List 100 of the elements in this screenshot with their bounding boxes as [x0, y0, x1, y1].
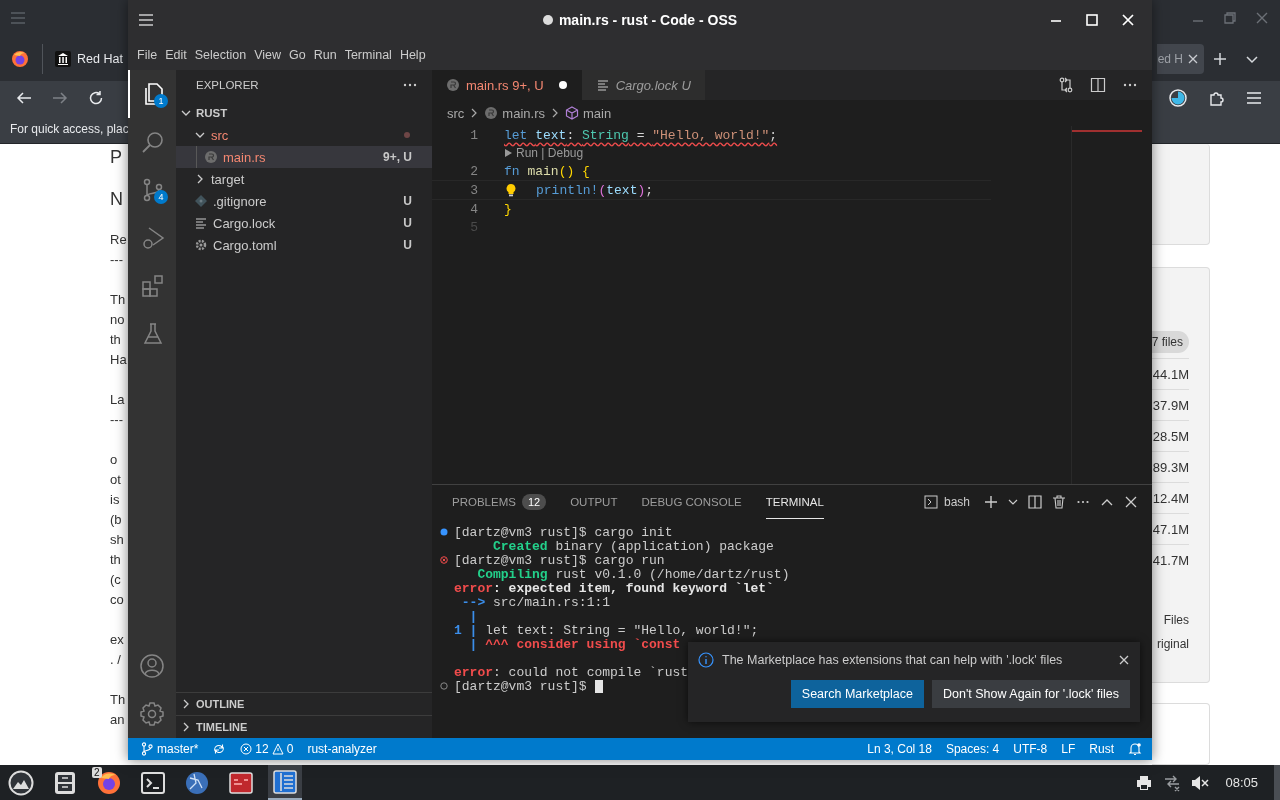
problems-indicator[interactable]: 12 0 — [240, 742, 294, 756]
file-size: 12.4M — [1152, 490, 1189, 506]
taskbar-app[interactable]: 2 — [92, 765, 126, 800]
tree-item[interactable]: .gitignore U — [176, 190, 432, 212]
bell-icon[interactable] — [1128, 742, 1142, 756]
terminal-icon — [923, 495, 938, 509]
branch-indicator[interactable]: master* — [140, 742, 199, 756]
trash-icon[interactable] — [1052, 495, 1066, 509]
menu-icon[interactable] — [1246, 90, 1262, 107]
count-badge: 2 — [92, 767, 102, 778]
file-status: U — [403, 238, 412, 252]
play-icon — [504, 149, 512, 157]
unsaved-dot-icon — [557, 80, 568, 90]
terminal-line: | — [468, 608, 478, 624]
split-editor-icon[interactable] — [1090, 77, 1106, 93]
puzzle-icon[interactable] — [1208, 89, 1226, 108]
section-header[interactable]: OUTLINE — [176, 692, 432, 715]
menu-item[interactable]: Go — [285, 48, 310, 62]
compare-icon[interactable] — [1058, 77, 1074, 93]
pie-chart-icon[interactable] — [1168, 88, 1188, 109]
tree-item[interactable]: src — [176, 124, 432, 146]
clock[interactable]: 08:05 — [1225, 775, 1258, 790]
printer-icon[interactable] — [1135, 773, 1154, 792]
info-icon — [698, 652, 714, 668]
file-size: 47.1M — [1152, 521, 1189, 537]
tree-item[interactable]: main.rs 9+, U — [176, 146, 432, 168]
diamond-icon — [194, 194, 208, 208]
page-text: is — [110, 491, 121, 509]
panel-tab[interactable]: TERMINAL — [765, 485, 824, 519]
split-icon[interactable] — [1028, 495, 1042, 509]
add-icon[interactable] — [984, 495, 998, 509]
terminal-selector[interactable]: bash — [923, 495, 970, 509]
speaker-muted-icon[interactable] — [1191, 773, 1210, 792]
status-item[interactable]: Spaces: 4 — [945, 742, 1000, 756]
terminal-line: Created binary (application) package — [493, 538, 774, 554]
bookmarks-hint: For quick access, plac — [10, 122, 129, 137]
panel-tab[interactable]: PROBLEMS 12 — [452, 485, 547, 519]
menu-item[interactable]: Terminal — [340, 48, 396, 62]
line-number: 2 — [469, 163, 479, 179]
menu-item[interactable]: Help — [395, 48, 430, 62]
sync-icon[interactable] — [212, 742, 227, 756]
close-icon[interactable] — [1188, 54, 1198, 65]
page-text: an — [110, 711, 126, 729]
app-window-icon — [228, 769, 254, 796]
notification-button[interactable]: Search Marketplace — [790, 680, 924, 708]
reload-icon[interactable] — [88, 90, 104, 107]
page-text: . / — [110, 651, 122, 669]
browser-logo-icon[interactable] — [10, 49, 30, 70]
play-bug-icon — [140, 225, 166, 251]
new-tab-icon[interactable] — [1213, 52, 1227, 67]
chevron-down-icon[interactable] — [1008, 497, 1018, 507]
menu-item[interactable]: View — [250, 48, 285, 62]
restore-icon[interactable] — [1224, 12, 1236, 25]
menu-item[interactable]: Selection — [190, 48, 251, 62]
editor-tab[interactable]: Cargo.lock U — [581, 70, 705, 100]
panel-tab[interactable]: DEBUG CONSOLE — [641, 485, 742, 519]
file-cabinet-icon — [52, 769, 78, 796]
rust-file-icon — [484, 106, 499, 120]
building-icon — [55, 51, 71, 68]
status-item[interactable]: UTF-8 — [1013, 742, 1048, 756]
status-item[interactable]: LF — [1061, 742, 1076, 756]
settings-icon[interactable] — [139, 701, 165, 727]
terminal-line: [dartz@vm3 rust]$ cargo run — [454, 552, 665, 568]
browser-tab[interactable]: ed H — [1156, 44, 1204, 75]
network-disconnected-icon[interactable] — [1163, 773, 1182, 792]
menu-item[interactable]: File — [133, 48, 162, 62]
terminal-line: error: could not compile `rust — [454, 664, 689, 680]
page-text: Ha — [110, 351, 128, 369]
breadcrumb-item[interactable]: src — [447, 105, 465, 121]
editor-tab[interactable]: main.rs 9+, U — [432, 70, 582, 100]
file-status: U — [403, 194, 412, 208]
status-item[interactable]: rust-analyzer — [307, 742, 377, 756]
tree-item[interactable]: Cargo.lock U — [176, 212, 432, 234]
file-size: 41.7M — [1152, 552, 1189, 568]
breadcrumb-item[interactable]: main.rs — [484, 105, 545, 121]
summary-text: Files — [1163, 613, 1189, 627]
panel-tab[interactable]: OUTPUT — [570, 485, 618, 519]
terminal-line: [dartz@vm3 rust]$ cargo init — [454, 524, 673, 540]
activity-bar-item[interactable]: 4 — [128, 166, 176, 214]
maximize-icon[interactable] — [1086, 14, 1098, 26]
browser-tab[interactable]: Red Hat — [55, 51, 123, 68]
status-dot — [404, 132, 410, 138]
codelens-link[interactable]: Run | Debug — [502, 146, 584, 160]
menu-icon[interactable] — [138, 12, 154, 28]
cube-icon — [564, 106, 579, 120]
menu-item[interactable]: Run — [309, 48, 341, 62]
status-item[interactable]: Ln 3, Col 18 — [867, 742, 932, 756]
menu-item[interactable]: Edit — [161, 48, 191, 62]
page-text: Re — [110, 231, 128, 249]
lightbulb-icon[interactable] — [504, 183, 518, 197]
tree-item[interactable]: target — [176, 168, 432, 190]
tree-item[interactable]: Cargo.toml U — [176, 234, 432, 256]
breadcrumb-item[interactable]: main — [564, 105, 612, 121]
status-item[interactable]: Rust — [1089, 742, 1114, 756]
account-icon[interactable] — [139, 653, 165, 679]
error-icon — [240, 743, 253, 755]
page-text: --- — [110, 251, 124, 269]
folder-section-header[interactable]: RUST — [176, 102, 432, 124]
taskbar-app[interactable] — [268, 765, 302, 800]
notification-button[interactable]: Don't Show Again for '.lock' files — [932, 680, 1130, 708]
